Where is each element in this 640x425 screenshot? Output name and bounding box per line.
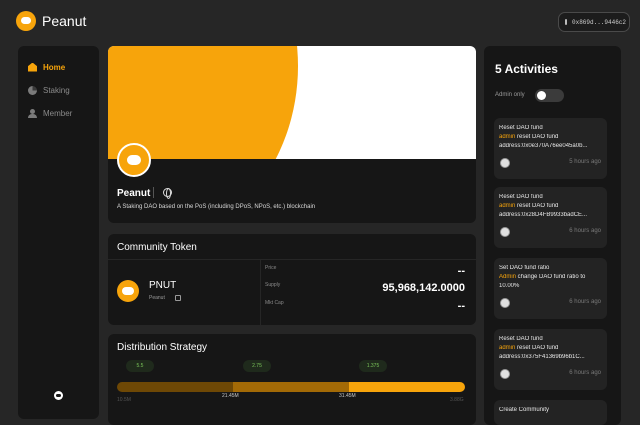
activity-title: Reset DAO fund (499, 125, 543, 131)
sidebar-item-staking[interactable]: Staking (28, 83, 70, 97)
activity-item[interactable]: Reset DAO fund admin reset DAO fund addr… (494, 329, 607, 390)
distribution-segment (233, 382, 349, 392)
section-title: Distribution Strategy (117, 342, 208, 353)
token-logo-icon (117, 280, 139, 302)
community-token-card: Community Token PNUT Peanut Price -- Sup… (108, 234, 476, 325)
activity-title: Set DAO fund ratio (499, 265, 550, 271)
dao-banner (108, 46, 476, 159)
avatar (500, 227, 510, 237)
avatar (500, 298, 510, 308)
activities-title: 5 Activities (495, 62, 558, 76)
sidebar-item-member[interactable]: Member (28, 106, 72, 120)
dao-avatar (117, 143, 151, 177)
copy-icon[interactable] (175, 295, 181, 301)
activity-action: admin reset DAO fund (499, 203, 603, 209)
token-name: Peanut (149, 295, 165, 301)
sidebar: Home Staking Member (18, 46, 99, 419)
tick-label: 31.45M (339, 393, 356, 399)
wallet-icon (565, 19, 567, 25)
dao-name: Peanut (117, 188, 151, 199)
activity-action-text: reset DAO fund (515, 345, 559, 351)
activity-action-text: reset DAO fund (515, 134, 559, 140)
sidebar-item-label: Staking (43, 85, 70, 95)
top-bar: Peanut 0x869d...9446c2 (0, 0, 640, 44)
activity-action-text: reset DAO fund (515, 203, 559, 209)
activity-time: 6 hours ago (569, 299, 601, 305)
activity-action-text: change DAO fund ratio to (516, 274, 586, 280)
activity-detail: address:0x375F41369b96b1C... (499, 354, 585, 360)
token-symbol: PNUT (149, 280, 177, 291)
user-icon (28, 108, 37, 118)
dao-description: A Staking DAO based on the PoS (includin… (117, 204, 316, 210)
app-name: Peanut (42, 13, 87, 29)
activity-actor[interactable]: admin (499, 134, 515, 140)
market-cap-value: -- (457, 300, 465, 312)
activity-item[interactable]: Create Community (494, 400, 607, 425)
pie-chart-icon (28, 85, 37, 95)
distribution-bar (117, 382, 465, 392)
activity-actor[interactable]: admin (499, 203, 515, 209)
rate-badge: 1.375 (359, 360, 387, 372)
rate-badge: 5.5 (126, 360, 154, 372)
activities-panel: 5 Activities Admin only Reset DAO fund a… (484, 46, 621, 425)
globe-icon[interactable] (163, 188, 172, 199)
activity-time: 5 hours ago (569, 159, 601, 165)
sidebar-item-label: Member (43, 108, 73, 118)
activity-actor[interactable]: Admin (499, 274, 516, 280)
price-value: -- (457, 265, 465, 277)
activity-item[interactable]: Set DAO fund ratio Admin change DAO fund… (494, 258, 607, 319)
rate-badge: 2.75 (243, 360, 271, 372)
sidebar-item-label: Home (43, 62, 66, 72)
toggle-knob (537, 91, 546, 100)
activity-time: 6 hours ago (569, 370, 601, 376)
activity-action: admin reset DAO fund (499, 134, 603, 140)
supply-value: 95,968,142.0000 (382, 282, 465, 294)
avatar (500, 158, 510, 168)
dao-profile-card: Peanut A Staking DAO based on the PoS (i… (108, 46, 476, 223)
divider (153, 187, 154, 198)
activity-detail: address:0x0e370A76ee045a0b... (499, 143, 588, 149)
activity-item[interactable]: Reset DAO fund admin reset DAO fund addr… (494, 118, 607, 179)
tick-label: 3.88G (450, 397, 464, 403)
activity-action: admin reset DAO fund (499, 345, 603, 351)
tick-label: 21.45M (222, 393, 239, 399)
distribution-segment (117, 382, 233, 392)
activity-detail: 10.00% (499, 283, 520, 289)
distribution-segment (349, 382, 465, 392)
price-label: Price (265, 265, 277, 271)
avatar (500, 369, 510, 379)
sidebar-item-home[interactable]: Home (28, 60, 65, 74)
twitter-icon[interactable] (54, 391, 63, 400)
banner-shape (108, 46, 298, 159)
activity-title: Reset DAO fund (499, 336, 543, 342)
activity-title: Create Community (499, 407, 550, 413)
activity-action: Admin change DAO fund ratio to (499, 274, 603, 280)
activity-actor[interactable]: admin (499, 345, 515, 351)
activity-item[interactable]: Reset DAO fund admin reset DAO fund addr… (494, 187, 607, 248)
activity-title: Reset DAO fund (499, 194, 543, 200)
supply-label: Supply (265, 282, 281, 288)
distribution-strategy-card: Distribution Strategy 5.5 2.75 1.375 10.… (108, 334, 476, 425)
admin-only-label: Admin only (495, 92, 525, 98)
section-title: Community Token (117, 242, 197, 253)
wallet-address: 0x869d...9446c2 (572, 18, 627, 26)
token-details: PNUT Peanut Price -- Supply 95,968,142.0… (108, 259, 476, 325)
brand[interactable]: Peanut (16, 11, 86, 31)
home-icon (28, 62, 37, 72)
tick-label: 10.5M (117, 397, 131, 403)
admin-only-toggle[interactable] (535, 89, 564, 102)
divider (260, 260, 261, 325)
peanut-logo-icon (16, 11, 36, 31)
wallet-button[interactable]: 0x869d...9446c2 (558, 12, 630, 32)
activity-time: 6 hours ago (569, 228, 601, 234)
activity-detail: address:0x28D4FB9933badCE... (499, 212, 588, 218)
market-cap-label: Mkt Cap (265, 300, 284, 306)
